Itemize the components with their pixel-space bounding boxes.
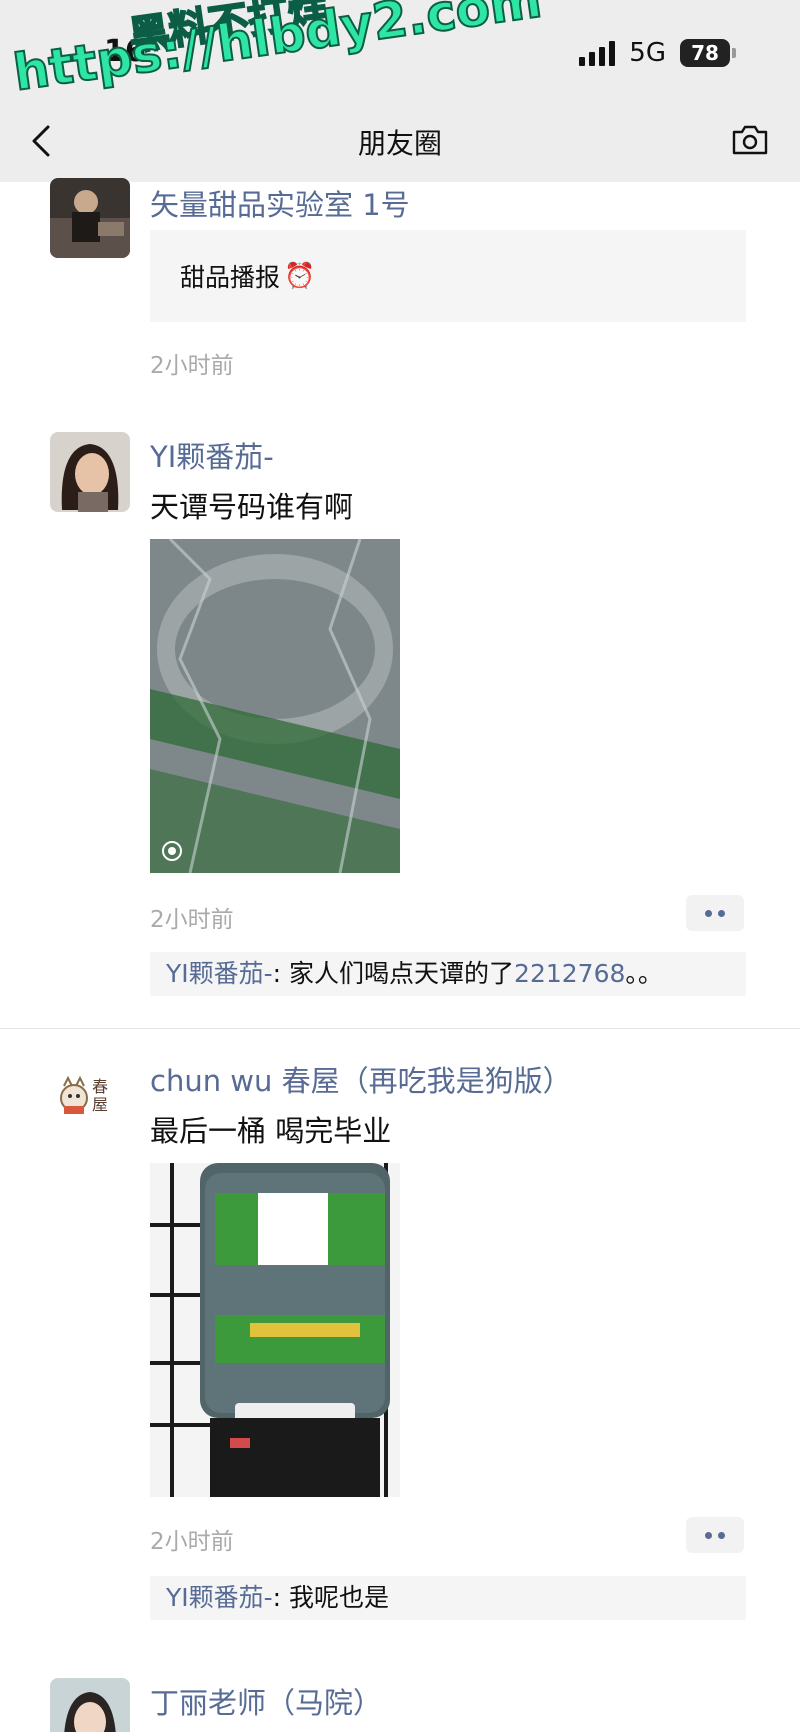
comment-suffix: 。。 xyxy=(625,959,663,988)
status-indicators: 5G 78 xyxy=(579,38,736,68)
divider xyxy=(0,1028,800,1029)
watermark-line1: 黑料不打烊 xyxy=(125,0,331,61)
post-time: 2小时前 xyxy=(150,353,234,379)
divider xyxy=(0,400,800,401)
avatar[interactable] xyxy=(50,178,130,258)
post-text: 最后一桶 喝完毕业 xyxy=(150,1114,392,1148)
comment[interactable]: YI颗番茄-: 我呢也是 xyxy=(150,1576,746,1620)
avatar[interactable]: 春屋 xyxy=(50,1056,130,1136)
signal-icon xyxy=(579,40,616,66)
battery-icon: 78 xyxy=(680,39,736,67)
post-text: 天谭号码谁有啊 xyxy=(150,490,354,524)
post-time: 2小时前 xyxy=(150,907,234,933)
camera-icon[interactable] xyxy=(730,122,770,158)
post-author[interactable]: 丁丽老师（马院） xyxy=(150,1680,382,1722)
post-author[interactable]: 矢量甜品实验室 1号 xyxy=(150,182,410,224)
network-type: 5G xyxy=(629,38,666,68)
top-bar: 16 5G 78 黑料不打烊 https://hlbdy2.com 朋友圈 xyxy=(0,0,800,182)
page-title: 朋友圈 xyxy=(357,127,442,160)
more-actions-button[interactable] xyxy=(686,1517,744,1553)
avatar[interactable] xyxy=(50,432,130,512)
shared-link-card[interactable]: 甜品播报 ⏰ xyxy=(150,230,746,322)
post-author[interactable]: chun wu 春屋（再吃我是狗版） xyxy=(150,1058,572,1100)
alarm-clock-icon: ⏰ xyxy=(284,261,316,290)
comment-text: : 我呢也是 xyxy=(272,1583,390,1612)
status-time: 16 xyxy=(104,34,146,69)
battery-level: 78 xyxy=(691,41,719,65)
post-time: 2小时前 xyxy=(150,1529,234,1555)
comment[interactable]: YI颗番茄-: 家人们喝点天谭的了2212768。。 xyxy=(150,952,746,996)
more-actions-button[interactable] xyxy=(686,895,744,931)
link-card-title: 甜品播报 ⏰ xyxy=(180,258,315,294)
avatar[interactable] xyxy=(50,1678,130,1732)
comment-text: : 家人们喝点天谭的了 xyxy=(272,959,515,988)
post-photo[interactable] xyxy=(150,539,400,873)
link-card-text: 甜品播报 xyxy=(180,263,281,292)
comment-phone-number[interactable]: 2212768 xyxy=(514,959,625,988)
watermark-url: https://hlbdy2.com xyxy=(9,0,546,103)
avatar-label: 春屋 xyxy=(92,1077,109,1114)
post-photo[interactable] xyxy=(150,1163,400,1497)
comment-author[interactable]: YI颗番茄- xyxy=(166,959,273,988)
post-author[interactable]: YI颗番茄- xyxy=(150,434,274,476)
moment-post: 丁丽老师（马院） xyxy=(0,0,800,1732)
comment-author[interactable]: YI颗番茄- xyxy=(166,1583,273,1612)
